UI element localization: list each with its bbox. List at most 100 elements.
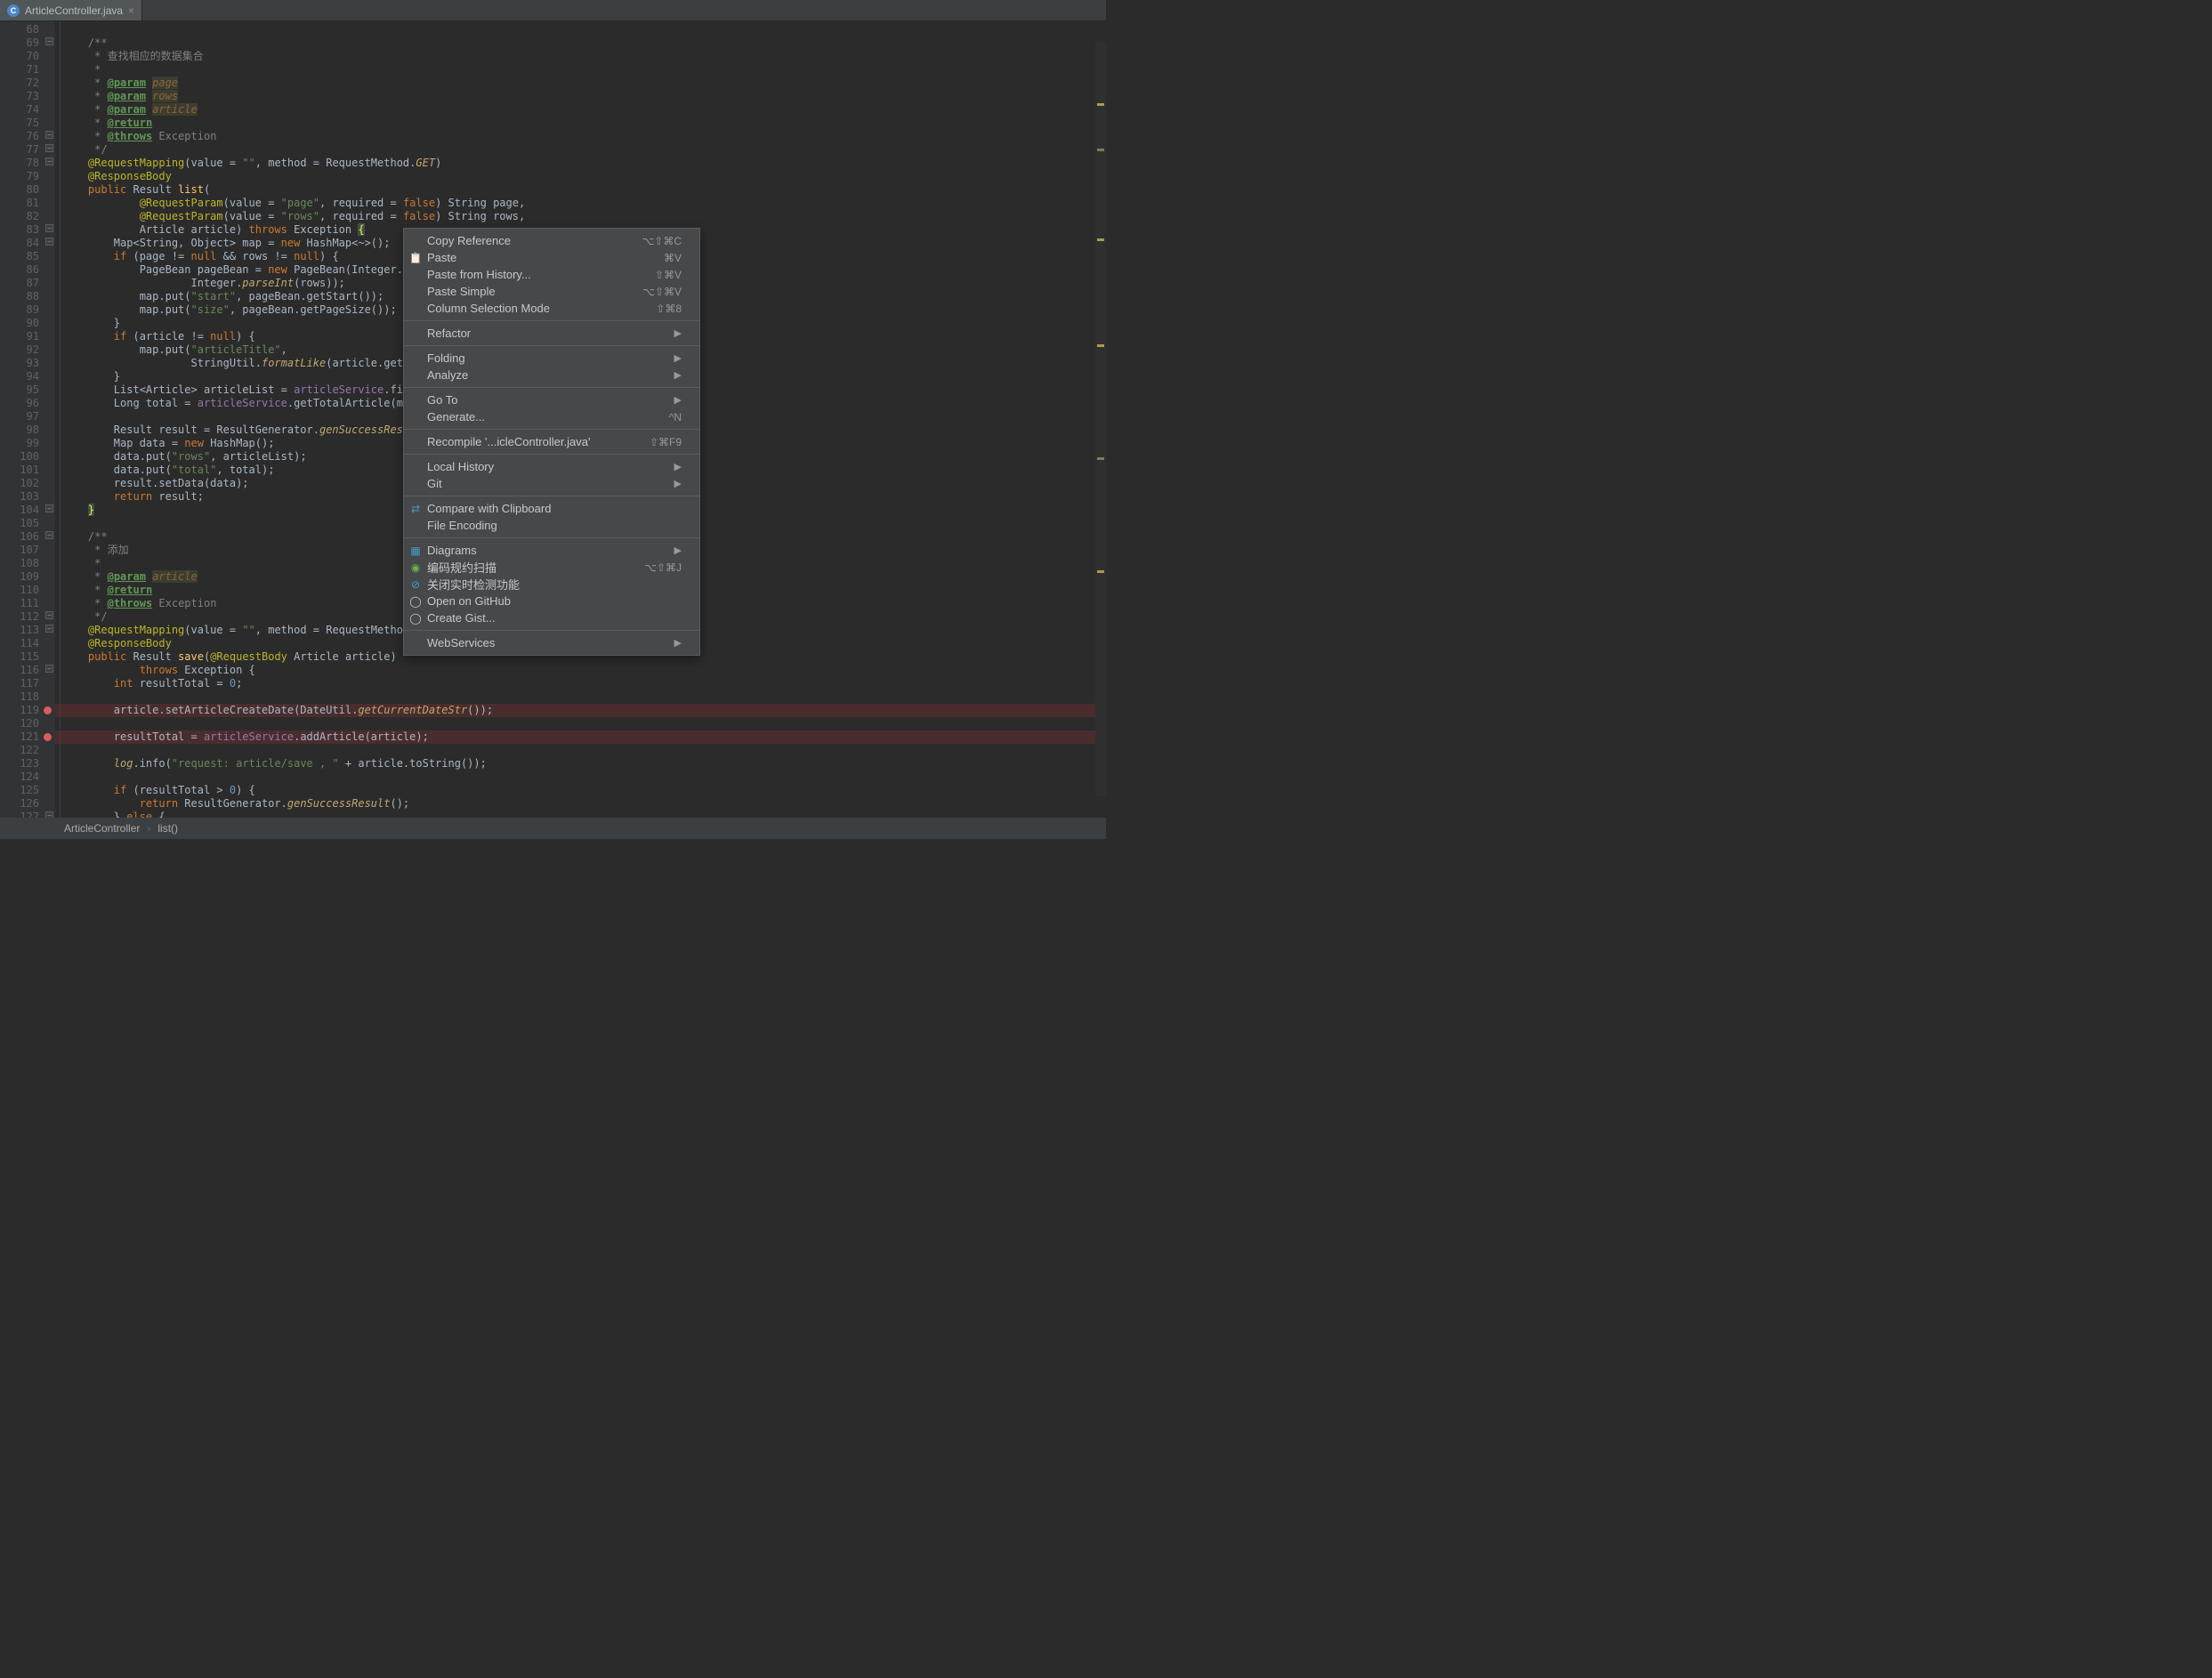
code-line[interactable]: article.setArticleCreateDate(DateUtil.ge… <box>55 704 1106 717</box>
close-tab-icon[interactable]: × <box>128 4 134 17</box>
menu-item[interactable]: Git▶ <box>404 475 699 492</box>
line-number[interactable]: 111 <box>0 597 55 610</box>
code-line[interactable]: if (resultTotal > 0) { <box>62 784 1106 797</box>
code-line[interactable]: * @param article <box>62 103 1106 117</box>
menu-item[interactable]: WebServices▶ <box>404 634 699 651</box>
code-line[interactable]: * <box>62 63 1106 77</box>
code-line[interactable]: int resultTotal = 0; <box>62 677 1106 690</box>
code-line[interactable] <box>62 717 1106 730</box>
line-number[interactable]: 125 <box>0 784 55 797</box>
code-line[interactable]: * @return <box>62 117 1106 130</box>
fold-icon[interactable]: − <box>45 531 53 539</box>
menu-item[interactable]: ⊘关闭实时检测功能 <box>404 576 699 593</box>
code-line[interactable]: @RequestMapping(value = "", method = Req… <box>62 157 1106 170</box>
line-number[interactable]: 82 <box>0 210 55 223</box>
menu-item[interactable]: Local History▶ <box>404 458 699 475</box>
line-number[interactable]: 124 <box>0 770 55 784</box>
fold-icon[interactable]: − <box>45 611 53 619</box>
code-line[interactable]: return ResultGenerator.genSuccessResult(… <box>62 797 1106 811</box>
line-number[interactable]: 118 <box>0 690 55 704</box>
fold-icon[interactable]: − <box>45 131 53 139</box>
line-number[interactable]: 69− <box>0 36 55 50</box>
line-number[interactable]: 87 <box>0 277 55 290</box>
code-line[interactable]: * @param rows <box>62 90 1106 103</box>
line-number[interactable]: 114 <box>0 637 55 650</box>
line-number[interactable]: 120 <box>0 717 55 730</box>
code-line[interactable]: * 查找相应的数据集合 <box>62 50 1106 63</box>
menu-item[interactable]: ◯Create Gist... <box>404 609 699 626</box>
line-number[interactable]: 81 <box>0 197 55 210</box>
code-line[interactable]: */ <box>62 143 1106 157</box>
fold-icon[interactable]: − <box>45 37 53 45</box>
line-number[interactable]: 105 <box>0 517 55 530</box>
line-number[interactable]: 104− <box>0 504 55 517</box>
line-number[interactable]: 85 <box>0 250 55 263</box>
fold-icon[interactable]: − <box>45 238 53 246</box>
line-number[interactable]: 119 <box>0 704 55 717</box>
line-number[interactable]: 68 <box>0 23 55 36</box>
code-line[interactable]: log.info("request: article/save , " + ar… <box>62 757 1106 770</box>
menu-item[interactable]: ◯Open on GitHub <box>404 593 699 609</box>
line-number[interactable]: 94 <box>0 370 55 383</box>
breadcrumb-method[interactable]: list() <box>157 822 178 835</box>
line-number[interactable]: 90 <box>0 317 55 330</box>
line-number[interactable]: 91 <box>0 330 55 343</box>
line-number[interactable]: 126 <box>0 797 55 811</box>
fold-icon[interactable]: − <box>45 224 53 232</box>
line-number[interactable]: 83− <box>0 223 55 237</box>
line-number[interactable]: 77− <box>0 143 55 157</box>
line-number[interactable]: 84− <box>0 237 55 250</box>
line-number[interactable]: 73 <box>0 90 55 103</box>
code-line[interactable] <box>62 770 1106 784</box>
line-number[interactable]: 70 <box>0 50 55 63</box>
menu-item[interactable]: Analyze▶ <box>404 367 699 383</box>
line-number[interactable]: 122 <box>0 744 55 757</box>
gutter[interactable]: 6869−70717273747576−77−78−7980818283−84−… <box>0 21 55 818</box>
breadcrumb-class[interactable]: ArticleController <box>64 822 140 835</box>
code-line[interactable] <box>62 23 1106 36</box>
code-line[interactable]: * @param page <box>62 77 1106 90</box>
line-number[interactable]: 97 <box>0 410 55 424</box>
fold-icon[interactable]: − <box>45 504 53 512</box>
code-line[interactable]: throws Exception { <box>62 664 1106 677</box>
line-number[interactable]: 101 <box>0 464 55 477</box>
menu-item[interactable]: Refactor▶ <box>404 325 699 342</box>
code-line[interactable]: @RequestParam(value = "page", required =… <box>62 197 1106 210</box>
line-number[interactable]: 86 <box>0 263 55 277</box>
breakpoint-icon[interactable] <box>44 706 52 714</box>
menu-item[interactable]: ◉编码规约扫描⌥⇧⌘J <box>404 559 699 576</box>
code-line[interactable]: /** <box>62 36 1106 50</box>
scrollbar-track[interactable] <box>1095 43 1106 796</box>
line-number[interactable]: 96 <box>0 397 55 410</box>
line-number[interactable]: 107 <box>0 544 55 557</box>
line-number[interactable]: 89 <box>0 303 55 317</box>
line-number[interactable]: 75 <box>0 117 55 130</box>
code-line[interactable]: @ResponseBody <box>62 170 1106 183</box>
line-number[interactable]: 121 <box>0 730 55 744</box>
fold-icon[interactable]: − <box>45 157 53 165</box>
code-line[interactable]: @RequestParam(value = "rows", required =… <box>62 210 1106 223</box>
menu-item[interactable]: Folding▶ <box>404 350 699 367</box>
line-number[interactable]: 108 <box>0 557 55 570</box>
line-number[interactable]: 78− <box>0 157 55 170</box>
breakpoint-icon[interactable] <box>44 733 52 741</box>
line-number[interactable]: 71 <box>0 63 55 77</box>
fold-icon[interactable]: − <box>45 625 53 633</box>
menu-item[interactable]: ⇄Compare with Clipboard <box>404 500 699 517</box>
line-number[interactable]: 106− <box>0 530 55 544</box>
code-line[interactable] <box>62 744 1106 757</box>
code-line[interactable]: * @throws Exception <box>62 130 1106 143</box>
code-line[interactable] <box>62 690 1106 704</box>
menu-item[interactable]: 📋Paste⌘V <box>404 249 699 266</box>
line-number[interactable]: 123 <box>0 757 55 770</box>
file-tab[interactable]: C ArticleController.java × <box>0 0 142 20</box>
menu-item[interactable]: ▦Diagrams▶ <box>404 542 699 559</box>
line-number[interactable]: 93 <box>0 357 55 370</box>
line-number[interactable]: 109 <box>0 570 55 584</box>
line-number[interactable]: 95 <box>0 383 55 397</box>
line-number[interactable]: 92 <box>0 343 55 357</box>
code-line[interactable]: resultTotal = articleService.addArticle(… <box>55 730 1106 744</box>
line-number[interactable]: 113− <box>0 624 55 637</box>
line-number[interactable]: 88 <box>0 290 55 303</box>
line-number[interactable]: 76− <box>0 130 55 143</box>
